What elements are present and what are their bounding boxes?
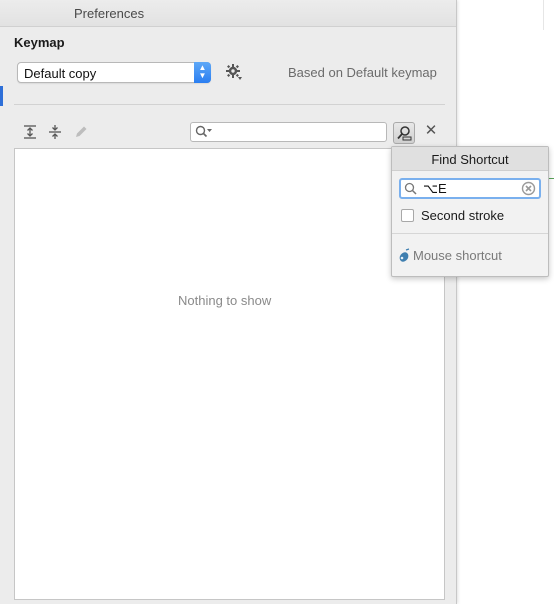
- search-icon: [404, 182, 417, 195]
- mouse-icon: [399, 248, 410, 262]
- find-shortcut-icon: [397, 126, 412, 141]
- background-divider: [543, 0, 544, 30]
- search-icon: [195, 125, 212, 138]
- shortcut-list: [14, 148, 445, 604]
- clear-icon[interactable]: [521, 181, 536, 196]
- second-stroke-label[interactable]: Second stroke: [421, 208, 504, 223]
- popup-title: Find Shortcut: [392, 147, 548, 171]
- shortcut-value: ⌥E: [423, 181, 447, 196]
- section-title: Keymap: [14, 35, 65, 50]
- find-shortcut-button[interactable]: [393, 122, 415, 144]
- preferences-window: Preferences Keymap Default copy ▲ ▼ Based…: [0, 0, 457, 604]
- window-title: Preferences: [74, 6, 145, 21]
- mouse-shortcut-label[interactable]: Mouse shortcut: [413, 248, 502, 263]
- bottom-strip: [14, 599, 445, 604]
- expand-all-icon[interactable]: [22, 124, 38, 140]
- keymap-select[interactable]: Default copy ▲ ▼: [17, 62, 211, 83]
- gear-icon[interactable]: [225, 63, 243, 81]
- chevron-up-down-icon: ▲ ▼: [194, 62, 211, 83]
- popup-divider: [392, 233, 548, 234]
- edit-icon[interactable]: [73, 124, 89, 140]
- search-input[interactable]: [190, 122, 387, 142]
- divider: [14, 104, 445, 105]
- keymap-select-value: Default copy: [24, 66, 97, 81]
- close-icon[interactable]: ✕: [424, 123, 438, 138]
- selected-category-indicator: [0, 86, 3, 106]
- empty-list-text: Nothing to show: [178, 293, 272, 308]
- find-shortcut-popup: Find Shortcut ⌥E Second stroke Mouse sho…: [391, 146, 549, 277]
- background-area: [457, 0, 554, 604]
- second-stroke-checkbox[interactable]: [401, 209, 414, 222]
- background-marker: [549, 178, 554, 179]
- title-bar: Preferences: [0, 0, 456, 27]
- shortcut-field[interactable]: ⌥E: [399, 178, 541, 199]
- based-on-label: Based on Default keymap: [288, 65, 437, 80]
- collapse-all-icon[interactable]: [47, 124, 63, 140]
